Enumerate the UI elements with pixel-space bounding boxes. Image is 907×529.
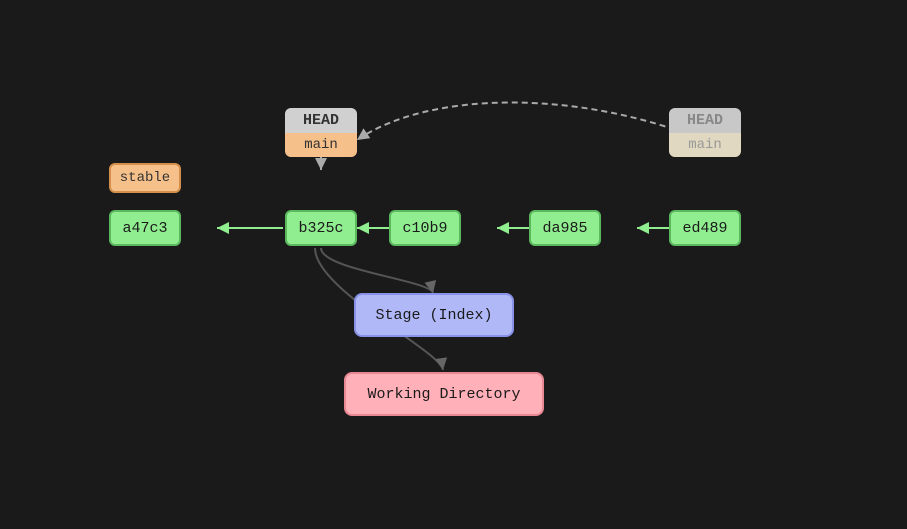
git-diagram: HEAD main HEAD main stable a47c3 b325c c… bbox=[0, 0, 907, 529]
commit-a47c3: a47c3 bbox=[109, 210, 181, 246]
head-inactive-box: HEAD main bbox=[669, 108, 741, 157]
stage-index-box: Stage (Index) bbox=[354, 293, 514, 337]
commit-b325c: b325c bbox=[285, 210, 357, 246]
head-active-label: HEAD bbox=[285, 108, 357, 133]
commit-c10b9: c10b9 bbox=[389, 210, 461, 246]
working-directory-box: Working Directory bbox=[344, 372, 544, 416]
stable-label: stable bbox=[109, 163, 181, 193]
head-active-box: HEAD main bbox=[285, 108, 357, 157]
commit-ed489: ed489 bbox=[669, 210, 741, 246]
commit-da985: da985 bbox=[529, 210, 601, 246]
head-inactive-label: HEAD bbox=[669, 108, 741, 133]
head-active-branch: main bbox=[285, 133, 357, 157]
head-inactive-branch: main bbox=[669, 133, 741, 157]
